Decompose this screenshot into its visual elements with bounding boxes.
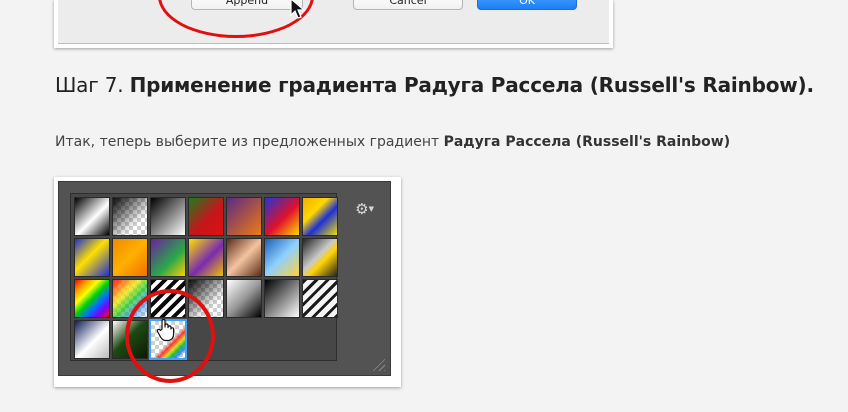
gear-icon[interactable]: ⚙▼ bbox=[355, 202, 374, 217]
gradient-swatch[interactable] bbox=[74, 279, 110, 318]
gradient-swatch[interactable] bbox=[226, 279, 262, 318]
step-heading: Шаг 7. Применение градиента Радуга Рассе… bbox=[55, 73, 814, 97]
dialog-body: Append Cancel OK bbox=[58, 0, 609, 44]
gradient-picker-panel: ⚙▼ bbox=[58, 181, 391, 376]
instruction-paragraph: Итак, теперь выберите из предложенных гр… bbox=[55, 134, 730, 150]
gradient-swatch[interactable] bbox=[302, 197, 338, 236]
gradient-swatch[interactable] bbox=[112, 238, 148, 277]
gradient-swatch[interactable] bbox=[302, 238, 338, 277]
gradient-swatch[interactable] bbox=[188, 197, 224, 236]
cancel-button[interactable]: Cancel bbox=[353, 0, 463, 10]
cursor-arrow-icon bbox=[290, 0, 306, 19]
gradient-swatch[interactable] bbox=[188, 238, 224, 277]
resize-grip-icon[interactable] bbox=[371, 357, 385, 371]
hand-cursor-icon bbox=[156, 318, 175, 342]
gradient-panel-screenshot: ⚙▼ bbox=[54, 177, 401, 387]
step-heading-prefix: Шаг 7. bbox=[55, 73, 130, 97]
gradient-swatch[interactable] bbox=[74, 238, 110, 277]
gradient-swatch[interactable] bbox=[264, 197, 300, 236]
gradient-swatch[interactable] bbox=[74, 197, 110, 236]
gradient-swatch[interactable] bbox=[150, 238, 186, 277]
gradient-swatch[interactable] bbox=[264, 279, 300, 318]
instruction-text: Итак, теперь выберите из предложенных гр… bbox=[55, 134, 444, 150]
gradient-swatch[interactable] bbox=[302, 279, 338, 318]
gradient-swatch[interactable] bbox=[150, 197, 186, 236]
ok-button[interactable]: OK bbox=[477, 0, 577, 10]
instruction-bold: Радуга Рассела (Russell's Rainbow) bbox=[443, 134, 731, 150]
step-heading-bold: Применение градиента Радуга Рассела (Rus… bbox=[129, 73, 814, 97]
gradient-swatch[interactable] bbox=[264, 238, 300, 277]
dialog-screenshot: Append Cancel OK bbox=[54, 0, 613, 48]
gradient-swatch[interactable] bbox=[112, 197, 148, 236]
gradient-swatch[interactable] bbox=[226, 238, 262, 277]
chevron-down-icon: ▼ bbox=[368, 205, 374, 213]
gradient-swatch[interactable] bbox=[226, 197, 262, 236]
gradient-swatch[interactable] bbox=[74, 320, 110, 359]
